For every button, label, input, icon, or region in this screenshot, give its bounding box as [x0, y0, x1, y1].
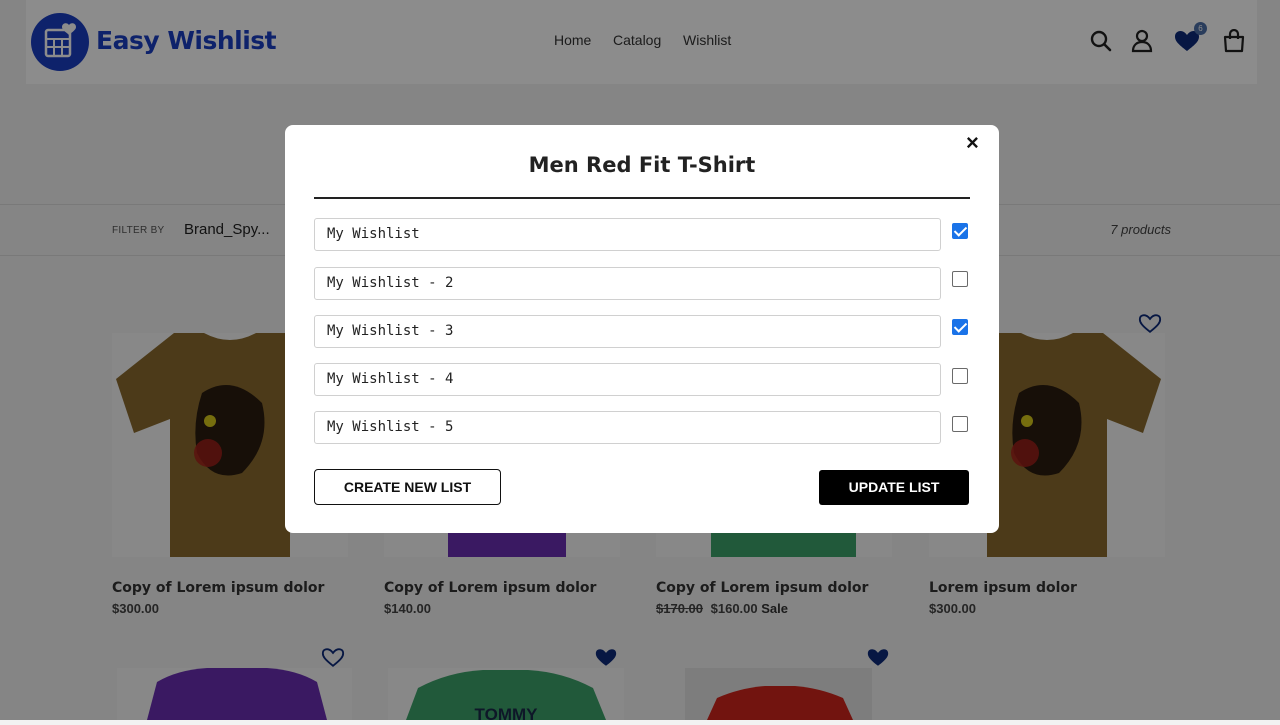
modal-title: Men Red Fit T-Shirt	[528, 153, 756, 177]
wishlist-checkbox[interactable]	[952, 271, 968, 287]
wishlist-checkbox[interactable]	[952, 368, 968, 384]
wishlist-modal: × Men Red Fit T-Shirt My Wishlist My Wis…	[285, 125, 999, 533]
wishlist-name[interactable]: My Wishlist - 3	[314, 315, 941, 348]
wishlist-name[interactable]: My Wishlist - 4	[314, 363, 941, 396]
wishlist-name[interactable]: My Wishlist - 2	[314, 267, 941, 300]
wishlist-name[interactable]: My Wishlist	[314, 218, 941, 251]
update-list-button[interactable]: UPDATE LIST	[819, 470, 969, 505]
wishlist-checkbox[interactable]	[952, 416, 968, 432]
wishlist-checkbox[interactable]	[952, 319, 968, 335]
create-new-list-button[interactable]: CREATE NEW LIST	[314, 469, 501, 505]
close-icon[interactable]: ×	[966, 132, 979, 154]
wishlist-name[interactable]: My Wishlist - 5	[314, 411, 941, 444]
wishlist-checkbox[interactable]	[952, 223, 968, 239]
title-divider	[314, 197, 970, 199]
